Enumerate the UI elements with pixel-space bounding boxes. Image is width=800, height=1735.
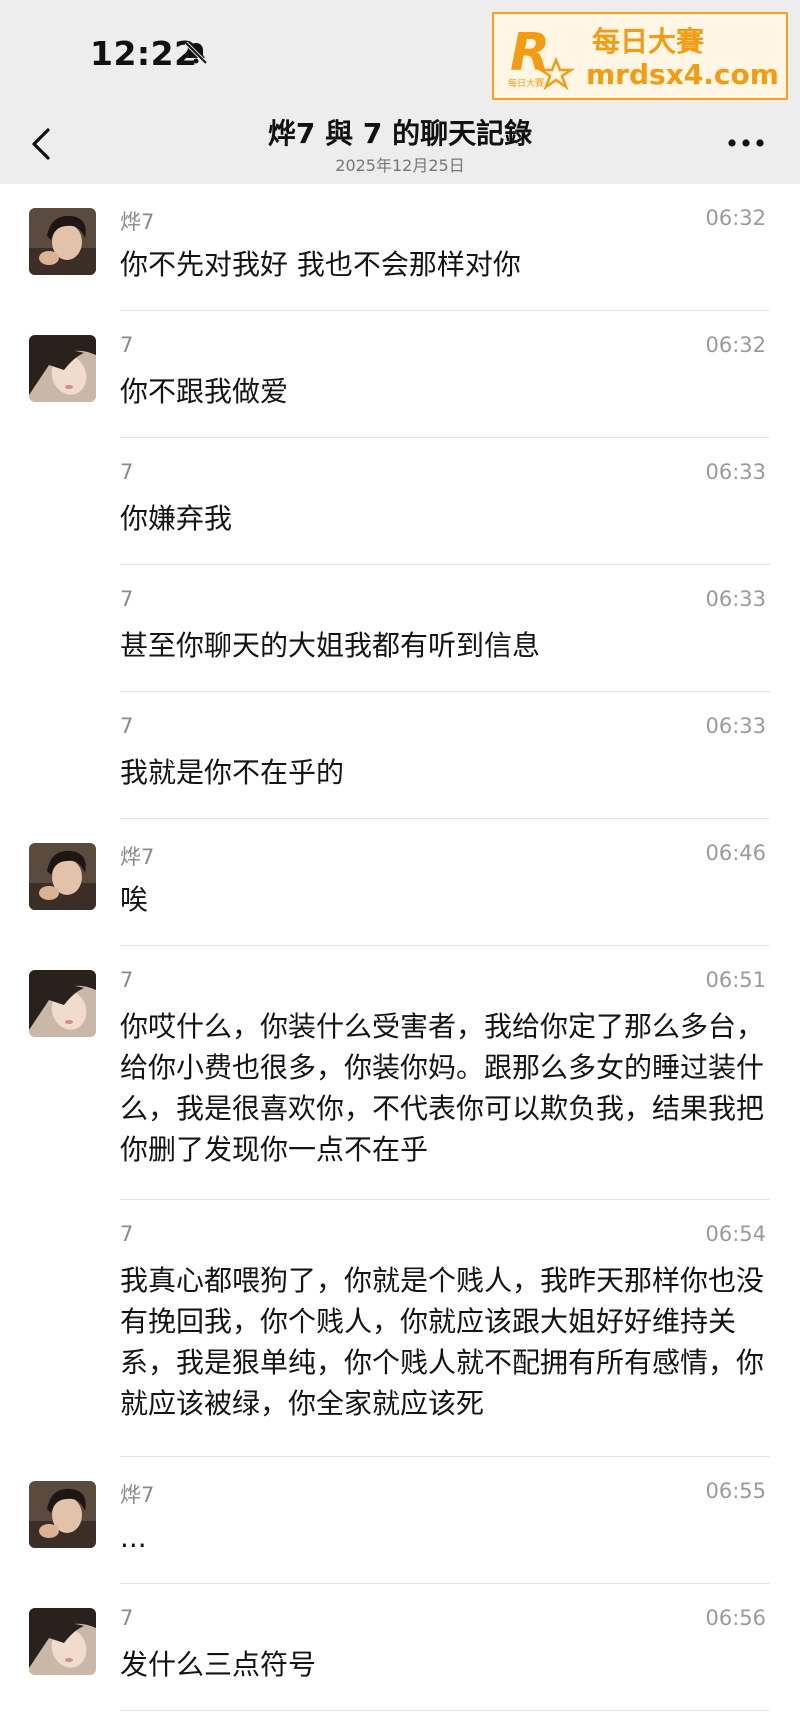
message-time: 06:51 xyxy=(705,968,766,992)
message-row[interactable]: 7 06:33 我就是你不在乎的 xyxy=(0,692,800,819)
message-row[interactable]: 烨7 06:32 你不先对我好 我也不会那样对你 xyxy=(0,184,800,311)
message-time: 06:32 xyxy=(705,206,766,230)
message-time: 06:33 xyxy=(705,587,766,611)
message-text: 你不跟我做爱 xyxy=(120,375,289,408)
message-time: 06:46 xyxy=(705,841,766,865)
svg-text:每日大賽: 每日大賽 xyxy=(508,77,544,89)
message-sender: 烨7 xyxy=(120,1483,155,1507)
watermark-logo: R 每日大賽 xyxy=(508,23,576,91)
svg-text:R: R xyxy=(510,23,550,83)
chat-date: 2025年12月25日 xyxy=(335,156,465,175)
message-sender: 7 xyxy=(120,587,134,611)
message-sender: 烨7 xyxy=(120,210,155,234)
avatar[interactable] xyxy=(29,970,96,1037)
avatar[interactable] xyxy=(29,843,96,910)
more-options-icon[interactable] xyxy=(726,136,766,150)
message-row[interactable]: 7 06:51 你哎什么，你装什么受害者，我给你定了那么多台，给你小费也很多，你装你… xyxy=(0,946,800,1200)
avatar[interactable] xyxy=(29,1481,96,1548)
message-text: 我就是你不在乎的 xyxy=(120,756,345,789)
message-text: 你嫌弃我 xyxy=(120,502,233,535)
watermark-banner: R 每日大賽 每日大賽 mrdsx4.com xyxy=(492,12,788,100)
message-sender: 7 xyxy=(120,460,134,484)
nav-bar: 烨7 與 7 的聊天記錄 2025年12月25日 xyxy=(0,108,800,184)
avatar-image xyxy=(29,208,96,275)
message-text: 发什么三点符号 xyxy=(120,1648,317,1681)
message-time: 06:54 xyxy=(705,1222,766,1246)
message-row[interactable]: 烨7 06:55... xyxy=(0,1457,800,1584)
message-time: 06:32 xyxy=(705,333,766,357)
message-sender: 7 xyxy=(120,714,134,738)
message-row[interactable]: 7 06:54 我真心都喂狗了，你就是个贱人，我昨天那样你也没有挽回我，你个贱人，你… xyxy=(0,1200,800,1457)
message-text: 你不先对我好 我也不会那样对你 xyxy=(120,248,521,281)
avatar-image xyxy=(29,335,96,402)
message-sender: 烨7 xyxy=(120,845,155,869)
watermark-name: 每日大賽 xyxy=(592,25,705,58)
message-row[interactable]: 7 06:33 甚至你聊天的大姐我都有听到信息 xyxy=(0,565,800,692)
message-time: 06:56 xyxy=(705,1606,766,1630)
message-row[interactable]: 烨7 06:46 唉 xyxy=(0,819,800,946)
message-sender: 7 xyxy=(120,1222,134,1246)
message-text: 唉 xyxy=(120,883,149,916)
avatar[interactable] xyxy=(29,1608,96,1675)
message-sender: 7 xyxy=(120,1606,134,1630)
message-text: 我真心都喂狗了，你就是个贱人，我昨天那样你也没有挽回我，你个贱人，你就应该跟大姐… xyxy=(120,1264,765,1420)
message-row[interactable]: 7 06:56 发什么三点符号 xyxy=(0,1584,800,1711)
message-time: 06:55 xyxy=(705,1479,766,1503)
avatar-image xyxy=(29,1481,96,1548)
watermark-url: mrdsx4.com xyxy=(586,58,779,91)
message-text: 你哎什么，你装什么受害者，我给你定了那么多台，给你小费也很多，你装你妈。跟那么多… xyxy=(120,1010,765,1166)
chat-title: 烨7 與 7 的聊天記錄 xyxy=(267,117,533,150)
message-row[interactable]: 7 06:33 你嫌弃我 xyxy=(0,438,800,565)
message-row[interactable]: 7 06:32 你不跟我做爱 xyxy=(0,311,800,438)
message-time: 06:33 xyxy=(705,460,766,484)
avatar-image xyxy=(29,970,96,1037)
avatar-image xyxy=(29,843,96,910)
bell-muted-icon xyxy=(184,41,208,65)
avatar[interactable] xyxy=(29,208,96,275)
avatar-image xyxy=(29,1608,96,1675)
message-sender: 7 xyxy=(120,968,134,992)
message-divider xyxy=(120,1710,770,1711)
message-sender: 7 xyxy=(120,333,134,357)
status-bar: 12:22 R 每日大賽 每日大賽 mrdsx4.com xyxy=(0,0,800,108)
avatar[interactable] xyxy=(29,335,96,402)
message-time: 06:33 xyxy=(705,714,766,738)
message-text: 甚至你聊天的大姐我都有听到信息 xyxy=(120,629,541,662)
message-text: ... xyxy=(120,1521,147,1554)
status-time: 12:22 xyxy=(90,34,198,73)
